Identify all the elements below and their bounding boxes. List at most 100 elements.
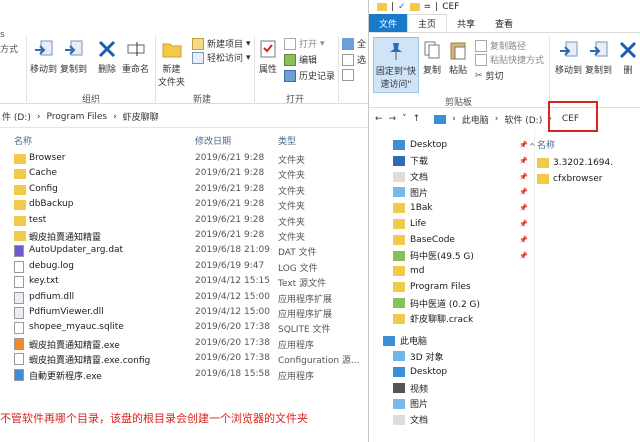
list-item[interactable]: 3.3202.1694.: [537, 156, 613, 170]
tab-view[interactable]: 查看: [485, 14, 523, 32]
nav-item[interactable]: BaseCode 📌: [369, 233, 534, 247]
back-arrow-icon[interactable]: ←: [375, 114, 383, 124]
tab-file[interactable]: 文件: [369, 14, 408, 32]
nav-item[interactable]: 图片 📌: [369, 185, 534, 199]
pin-icon[interactable]: 📌: [519, 141, 528, 149]
paste-button[interactable]: 粘贴: [447, 39, 469, 76]
chevron-down-icon[interactable]: ˅: [402, 114, 407, 124]
pin-icon[interactable]: 📌: [519, 236, 528, 244]
invert-select-button[interactable]: [342, 69, 354, 81]
pin-icon[interactable]: 📌: [519, 173, 528, 181]
nav-item[interactable]: 码中医(49.5 G) 📌: [369, 249, 534, 263]
pin-icon[interactable]: 📌: [519, 157, 528, 165]
list-item[interactable]: cfxbrowser: [537, 172, 602, 186]
nav-item[interactable]: 码中医道 (0.2 G): [369, 296, 534, 310]
open-button[interactable]: 打开 ▾: [284, 37, 325, 50]
copy-button[interactable]: 复制: [421, 39, 443, 76]
right-column-name[interactable]: 名称: [537, 138, 555, 151]
easy-access-button[interactable]: 轻松访问 ▾: [192, 51, 251, 64]
nav-item[interactable]: 文档 📌: [369, 170, 534, 184]
copy-to-button[interactable]: 复制到: [585, 39, 612, 76]
invert-select-icon: [342, 69, 354, 81]
desktop-icon: [393, 367, 405, 378]
up-arrow-icon[interactable]: ↑: [413, 114, 421, 124]
nav-item[interactable]: Desktop 📌: [369, 138, 534, 152]
table-row[interactable]: 蝦皮拍賣通知精靈.exe 2019/6/20 17:38 应用程序: [0, 337, 368, 352]
delete-button[interactable]: 删除: [96, 38, 118, 75]
copy-to-button[interactable]: 复制到: [60, 38, 87, 75]
nav-item[interactable]: Life 📌: [369, 217, 534, 231]
separator: |: [435, 2, 439, 12]
nav-item[interactable]: 3D 对象: [369, 349, 534, 363]
pin-icon[interactable]: 📌: [519, 188, 528, 196]
table-row[interactable]: dbBackup 2019/6/21 9:28 文件夹: [0, 198, 368, 213]
pin-icon[interactable]: 📌: [519, 252, 528, 260]
edit-button[interactable]: 编辑: [284, 53, 317, 66]
table-row[interactable]: Browser 2019/6/21 9:28 文件夹: [0, 152, 368, 167]
new-folder-button[interactable]: 新建 文件夹: [158, 38, 185, 88]
nav-item[interactable]: 此电脑: [369, 334, 534, 348]
document-icon: [14, 353, 24, 366]
pin-icon[interactable]: 📌: [519, 204, 528, 212]
open-icon: [284, 37, 296, 50]
paste-shortcut-button[interactable]: 粘贴快捷方式: [475, 53, 544, 66]
column-name[interactable]: 名称: [14, 134, 32, 147]
breadcrumb-item[interactable]: 件 (D:): [2, 110, 31, 123]
column-date[interactable]: 修改日期: [195, 134, 231, 147]
forward-arrow-icon[interactable]: →: [389, 114, 397, 124]
table-row[interactable]: PdfiumViewer.dll 2019/4/12 15:00 应用程序扩展: [0, 306, 368, 321]
move-to-button[interactable]: 移动到: [555, 39, 582, 76]
nav-item[interactable]: Desktop: [369, 365, 534, 379]
right-address-bar[interactable]: ← → ˅ ↑ › 此电脑 › 软件 (D:) › CEF: [369, 108, 640, 130]
table-row[interactable]: 自動更新程序.exe 2019/6/18 15:58 应用程序: [0, 368, 368, 383]
rename-button[interactable]: 重命名: [122, 38, 149, 75]
column-type[interactable]: 类型: [278, 134, 296, 147]
breadcrumb-item[interactable]: 此电脑: [462, 113, 489, 126]
collapse-arrow-icon[interactable]: ^: [529, 142, 536, 151]
table-row[interactable]: 蝦皮拍賣通知精靈.exe.config 2019/6/20 17:38 Config…: [0, 352, 368, 367]
tab-share[interactable]: 共享: [447, 14, 485, 32]
table-row[interactable]: pdfium.dll 2019/4/12 15:00 应用程序扩展: [0, 291, 368, 306]
pc-icon: [383, 335, 395, 346]
table-row[interactable]: shopee_myauc.sqlite 2019/6/20 17:38 SQLITE…: [0, 321, 368, 336]
cut-button[interactable]: ✂ 剪切: [475, 69, 504, 83]
nav-item[interactable]: 虾皮聊聊.crack: [369, 312, 534, 326]
paste-label: 粘贴: [448, 66, 467, 76]
new-item-button[interactable]: 新建项目 ▾: [192, 37, 251, 50]
table-row[interactable]: test 2019/6/21 9:28 文件夹: [0, 214, 368, 229]
nav-item[interactable]: 图片: [369, 397, 534, 411]
left-breadcrumb[interactable]: 件 (D:) › Program Files › 虾皮聊聊: [0, 106, 368, 128]
table-row[interactable]: AutoUpdater_arg.dat 2019/6/18 21:09 DAT 文件: [0, 244, 368, 259]
nav-item[interactable]: 视频: [369, 381, 534, 395]
folder-icon: [537, 158, 549, 168]
select-none-button[interactable]: 选: [342, 53, 366, 66]
ribbon-partial-label[interactable]: 方式: [0, 42, 18, 55]
nav-item[interactable]: Program Files: [369, 280, 534, 294]
breadcrumb-item[interactable]: 软件 (D:): [504, 113, 542, 126]
properties-button[interactable]: 属性: [257, 38, 279, 75]
file-date: 2019/6/21 9:28: [195, 168, 265, 179]
divider: [549, 37, 550, 103]
tab-home[interactable]: 主页: [407, 14, 448, 32]
copy-path-button[interactable]: 复制路径: [475, 39, 526, 52]
delete-button[interactable]: 删: [617, 39, 639, 76]
table-row[interactable]: Config 2019/6/21 9:28 文件夹: [0, 183, 368, 198]
file-name: cfxbrowser: [553, 174, 603, 184]
table-row[interactable]: Cache 2019/6/21 9:28 文件夹: [0, 167, 368, 182]
pin-quick-access-button[interactable]: 固定到"快 速访问": [373, 37, 419, 93]
breadcrumb-item[interactable]: 虾皮聊聊: [123, 110, 159, 123]
edit-label: 编辑: [299, 56, 318, 66]
table-row[interactable]: key.txt 2019/4/12 15:15 Text 源文件: [0, 275, 368, 290]
file-type: 应用程序: [278, 340, 315, 351]
move-to-button[interactable]: 移动到: [30, 38, 57, 75]
nav-item[interactable]: 1Bak 📌: [369, 201, 534, 215]
table-row[interactable]: debug.log 2019/6/19 9:47 LOG 文件: [0, 260, 368, 275]
nav-item[interactable]: 文档: [369, 413, 534, 427]
nav-item[interactable]: md: [369, 264, 534, 278]
table-row[interactable]: 蝦皮拍賣通知精靈 2019/6/21 9:28 文件夹: [0, 229, 368, 244]
nav-item[interactable]: 下载 📌: [369, 154, 534, 168]
history-button[interactable]: 历史记录: [284, 69, 335, 82]
pin-icon[interactable]: 📌: [519, 220, 528, 228]
select-all-button[interactable]: 全: [342, 37, 366, 50]
breadcrumb-item[interactable]: Program Files: [46, 112, 107, 122]
